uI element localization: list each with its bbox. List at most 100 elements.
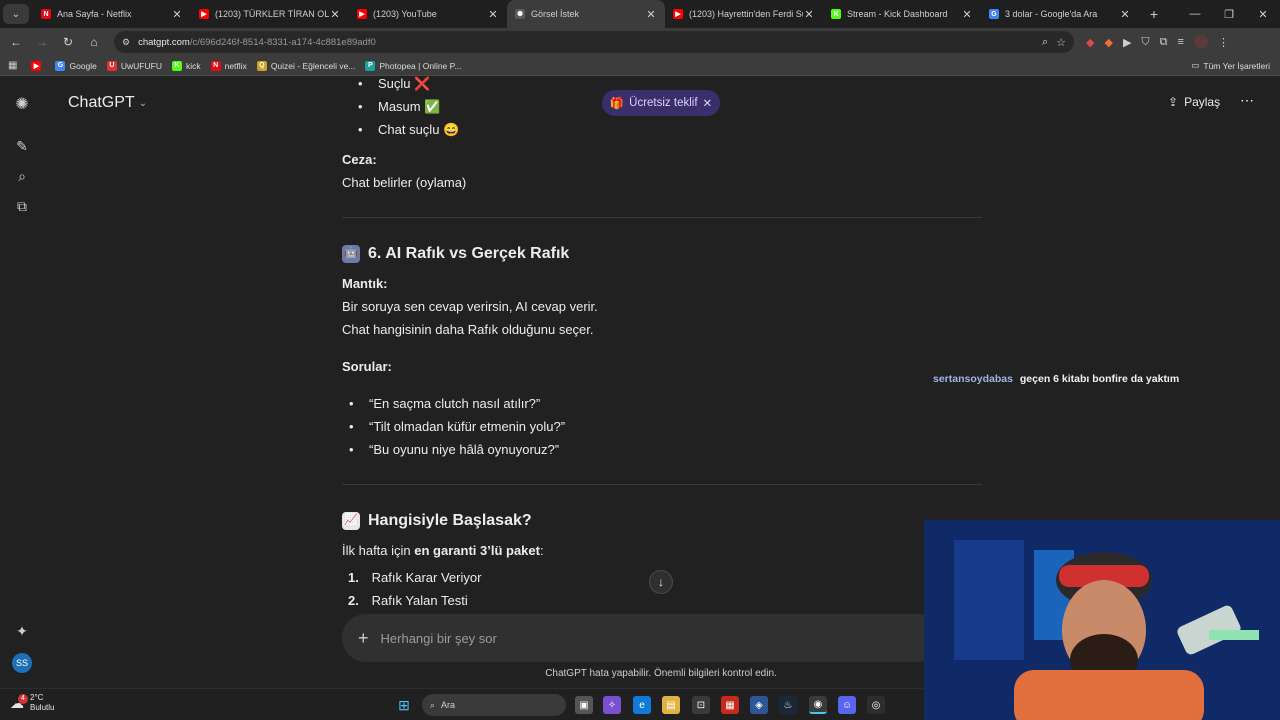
bookmark-star-icon[interactable]: ☆ xyxy=(1056,36,1066,49)
webcam-image xyxy=(924,520,1280,720)
address-bar[interactable]: ⚙ chatgpt.com /c/696d246f-8514-8331-a174… xyxy=(114,31,1074,53)
minimize-button[interactable]: — xyxy=(1178,0,1212,28)
obs-icon[interactable]: ◎ xyxy=(867,696,885,714)
apps-grid-icon[interactable]: ▦ xyxy=(8,60,17,71)
taskbar-search[interactable]: ⌕ Ara xyxy=(422,694,566,716)
prompt-input[interactable] xyxy=(380,630,861,646)
close-tab-icon[interactable]: ✕ xyxy=(961,8,973,21)
taskbar-search-label: Ara xyxy=(441,700,456,710)
reload-button[interactable]: ↻ xyxy=(56,30,80,54)
close-icon[interactable]: ✕ xyxy=(703,96,713,110)
quizei-icon: Q xyxy=(256,60,267,71)
share-button[interactable]: ⇪ Paylaş xyxy=(1168,95,1220,109)
edge-icon[interactable]: e xyxy=(633,696,651,714)
more-options-icon[interactable]: ⋯ xyxy=(1240,92,1254,109)
media-icon[interactable]: ≡ xyxy=(1178,36,1184,48)
library-icon[interactable]: ⧉ xyxy=(12,196,32,216)
steam-icon[interactable]: ♨ xyxy=(779,696,797,714)
menu-icon[interactable]: ⋮ xyxy=(1218,36,1229,49)
extension-icon[interactable]: ▶ xyxy=(1123,36,1131,49)
shield-icon[interactable]: ⛉ xyxy=(1141,36,1149,49)
ordered-item: 2. Rafık Yalan Testi xyxy=(348,589,468,612)
all-bookmarks-folder[interactable]: ▭ Tüm Yer İşaretleri xyxy=(1191,60,1270,71)
browser-tab[interactable]: K Stream - Kick Dashboard ✕ xyxy=(823,0,981,28)
discord-icon[interactable]: ☺ xyxy=(838,696,856,714)
close-tab-icon[interactable]: ✕ xyxy=(487,8,499,21)
composer: + xyxy=(342,614,942,662)
close-tab-icon[interactable]: ✕ xyxy=(329,8,341,21)
netflix-icon: N xyxy=(210,60,221,71)
tab-label: (1203) TÜRKLER TİRAN OLUYOR xyxy=(215,9,329,19)
copilot-icon[interactable]: ✧ xyxy=(603,696,621,714)
browser-tab[interactable]: ▶ (1203) Hayrettin'den Ferdi Süre ✕ xyxy=(665,0,823,28)
bookmark-item[interactable]: Nnetflix xyxy=(210,60,247,71)
list-item: “Tilt olmadan küfür etmenin yolu?” xyxy=(349,415,565,438)
divider xyxy=(342,217,982,218)
store-icon[interactable]: ⊡ xyxy=(692,696,710,714)
ceza-label: Ceza: xyxy=(342,152,377,167)
weather-widget[interactable]: ☁ 4 2°C Bulutlu xyxy=(10,693,54,713)
extension-icon[interactable]: ◆ xyxy=(1086,36,1094,49)
browser-tab[interactable]: ▶ (1203) YouTube ✕ xyxy=(349,0,507,28)
new-tab-button[interactable]: + xyxy=(1143,6,1165,22)
robot-icon: 🤖 xyxy=(342,244,360,263)
bookmark-item[interactable]: U UwUFUFU xyxy=(106,60,162,71)
task-view-icon[interactable]: ▣ xyxy=(575,696,593,714)
tab-search-button[interactable]: ⌄ xyxy=(3,4,29,24)
zoom-icon[interactable]: ⌕ xyxy=(1042,36,1048,49)
youtube-icon: ▶ xyxy=(199,9,209,19)
scroll-to-bottom-button[interactable]: ↓ xyxy=(649,570,673,594)
app-icon[interactable]: ▦ xyxy=(721,696,739,714)
bookmark-label: Google xyxy=(69,60,97,71)
free-offer-label: Ücretsiz teklif xyxy=(629,97,698,109)
file-explorer-icon[interactable]: ▤ xyxy=(662,696,680,714)
browser-tab[interactable]: ✺ Görsel İstek ✕ xyxy=(507,0,665,28)
sorular-label: Sorular: xyxy=(342,359,392,374)
bookmark-item[interactable]: Q Quizei - Eğlenceli ve... xyxy=(256,60,355,71)
browser-tab[interactable]: ▶ (1203) TÜRKLER TİRAN OLUYOR✕ xyxy=(191,0,349,28)
bookmark-item[interactable]: Kkick xyxy=(171,60,201,71)
list-item: “En saçma clutch nasıl atılır?” xyxy=(349,392,540,415)
bookmark-label: Photopea | Online P... xyxy=(379,60,462,71)
share-label: Paylaş xyxy=(1184,95,1221,109)
bookmark-item[interactable]: G Google xyxy=(55,60,97,71)
chat-text: geçen 6 kitabı bonfire da yaktım xyxy=(1019,373,1180,385)
windows-start-icon[interactable]: ⊞ xyxy=(395,696,413,714)
search-icon[interactable]: ⌕ xyxy=(12,166,32,186)
all-bookmarks-label: Tüm Yer İşaretleri xyxy=(1203,60,1270,71)
extension-icon[interactable]: ◆ xyxy=(1104,36,1112,49)
close-tab-icon[interactable]: ✕ xyxy=(803,8,815,21)
site-info-icon[interactable]: ⚙ xyxy=(122,37,130,48)
profile-icon[interactable] xyxy=(1193,35,1208,49)
browser-tab[interactable]: G 3 dolar - Google'da Ara ✕ xyxy=(981,0,1139,28)
close-tab-icon[interactable]: ✕ xyxy=(1119,8,1131,21)
forward-button[interactable]: → xyxy=(30,30,54,54)
add-attachment-icon[interactable]: + xyxy=(358,628,369,649)
app-icon[interactable]: ◈ xyxy=(750,696,768,714)
puzzle-icon[interactable]: ⧉ xyxy=(1160,36,1168,49)
chrome-icon[interactable]: ◉ xyxy=(809,696,827,714)
bookmark-label: kick xyxy=(185,60,201,71)
tab-label: Ana Sayfa - Netflix xyxy=(57,9,132,19)
free-offer-badge[interactable]: 🎁 Ücretsiz teklif ✕ xyxy=(602,90,720,116)
upgrade-sparkle-icon[interactable]: ✦ xyxy=(12,621,32,641)
close-tab-icon[interactable]: ✕ xyxy=(645,8,657,21)
home-button[interactable]: ⌂ xyxy=(82,30,106,54)
new-chat-icon[interactable]: ✎ xyxy=(12,136,32,156)
browser-tab[interactable]: N Ana Sayfa - Netflix ✕ xyxy=(33,0,191,28)
mantik-line: Chat hangisinin daha Rafık olduğunu seçe… xyxy=(342,322,594,337)
model-switcher[interactable]: ChatGPT ⌄ xyxy=(68,94,147,112)
bookmark-item[interactable]: P Photopea | Online P... xyxy=(365,60,462,71)
openai-logo-icon[interactable]: ✺ xyxy=(12,94,32,114)
page-title: ChatGPT xyxy=(68,94,135,111)
bookmarks-bar: ▦ ▶ G Google U UwUFUFU Kkick Nnetflix Q Quizei -… xyxy=(0,56,1280,76)
bookmark-item[interactable]: ▶ xyxy=(31,60,45,71)
close-tab-icon[interactable]: ✕ xyxy=(171,8,183,21)
close-window-button[interactable]: ✕ xyxy=(1246,0,1280,28)
youtube-icon: ▶ xyxy=(31,60,42,71)
restore-button[interactable]: ❐ xyxy=(1212,0,1246,28)
intro-line: İlk hafta için en garanti 3’lü paket: xyxy=(342,539,544,562)
share-icon: ⇪ xyxy=(1168,95,1179,109)
back-button[interactable]: ← xyxy=(4,30,28,54)
google-icon: G xyxy=(55,60,66,71)
